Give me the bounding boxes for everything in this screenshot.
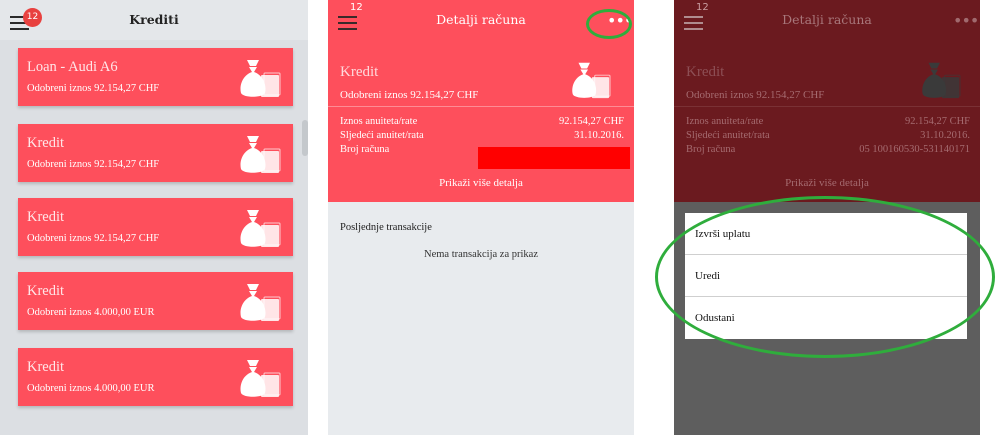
loan-name: Loan - Audi A6: [27, 59, 118, 75]
header-bar: 12 Krediti: [0, 0, 308, 40]
header-bar: 12 Detalji računa •••: [328, 0, 634, 40]
detail-label: Broj računa: [686, 144, 736, 155]
scrollbar[interactable]: [302, 120, 308, 156]
page-title: Krediti: [129, 12, 179, 27]
money-bag-icon: [239, 283, 281, 322]
loan-name: Kredit: [27, 283, 65, 299]
account-details-screen: 12 Detalji računa ••• Kredit Odobreni iz…: [328, 0, 634, 435]
detail-label: Sljedeći anuitet/rata: [340, 130, 424, 141]
detail-value: 31.10.2016.: [920, 130, 970, 141]
loan-amount: Odobreni iznos 92.154,27 CHF: [27, 159, 160, 170]
loan-amount: Odobreni iznos 4.000,00 EUR: [27, 383, 155, 394]
header-bar: 12 Detalji računa •••: [674, 0, 980, 40]
loan-name: Kredit: [27, 135, 65, 151]
show-more-details-link[interactable]: Prikaži više detalja: [328, 177, 634, 189]
loan-card[interactable]: Loan - Audi A6 Odobreni iznos 92.154,27 …: [18, 48, 293, 106]
account-amount: Odobreni iznos 92.154,27 CHF: [340, 89, 479, 101]
transactions-heading: Posljednje transakcije: [340, 222, 432, 233]
detail-row: Sljedeći anuitet/rata 31.10.2016.: [340, 130, 624, 141]
divider: [674, 106, 980, 107]
account-summary: Kredit Odobreni iznos 92.154,27 CHF Izno…: [328, 40, 634, 202]
account-name: Kredit: [340, 64, 379, 80]
money-bag-icon: [921, 62, 961, 99]
loan-card[interactable]: Kredit Odobreni iznos 92.154,27 CHF: [18, 124, 293, 182]
money-bag-icon: [571, 62, 611, 99]
loan-name: Kredit: [27, 359, 65, 375]
account-name: Kredit: [686, 64, 725, 80]
detail-value: 05 100160530-531140171: [859, 144, 970, 155]
divider: [328, 106, 634, 107]
loan-amount: Odobreni iznos 92.154,27 CHF: [27, 83, 160, 94]
detail-label: Iznos anuiteta/rate: [340, 116, 418, 127]
detail-value: 92.154,27 CHF: [558, 116, 624, 127]
detail-label: Broj računa: [340, 144, 390, 155]
loan-card[interactable]: Kredit Odobreni iznos 4.000,00 EUR: [18, 272, 293, 330]
loan-card[interactable]: Kredit Odobreni iznos 4.000,00 EUR: [18, 348, 293, 406]
more-dots-icon: •••: [953, 11, 979, 30]
account-amount: Odobreni iznos 92.154,27 CHF: [686, 89, 825, 101]
detail-row: Iznos anuiteta/rate 92.154,27 CHF: [340, 116, 624, 127]
detail-value: 31.10.2016.: [574, 130, 624, 141]
account-summary: Kredit Odobreni iznos 92.154,27 CHF Izno…: [674, 40, 980, 202]
highlight-ellipse: [655, 196, 995, 358]
money-bag-icon: [239, 209, 281, 248]
detail-label: Iznos anuiteta/rate: [686, 116, 764, 127]
show-more-details-link: Prikaži više detalja: [785, 177, 869, 189]
detail-row: Sljedeći anuitet/rata 31.10.2016.: [686, 130, 970, 141]
highlight-circle: [586, 9, 632, 39]
loan-card[interactable]: Kredit Odobreni iznos 92.154,27 CHF: [18, 198, 293, 256]
redacted-account-number: [478, 147, 630, 169]
money-bag-icon: [239, 359, 281, 398]
money-bag-icon: [239, 135, 281, 174]
loan-amount: Odobreni iznos 92.154,27 CHF: [27, 233, 160, 244]
detail-row: Iznos anuiteta/rate 92.154,27 CHF: [686, 116, 970, 127]
detail-label: Sljedeći anuitet/rata: [686, 130, 770, 141]
loan-amount: Odobreni iznos 4.000,00 EUR: [27, 307, 155, 318]
detail-value: 92.154,27 CHF: [904, 116, 970, 127]
loan-name: Kredit: [27, 209, 65, 225]
empty-state-text: Nema transakcija za prikaz: [424, 249, 538, 260]
loans-list-screen: 12 Krediti Loan - Audi A6 Odobreni iznos…: [0, 0, 308, 435]
detail-row: Broj računa 05 100160530-531140171: [686, 144, 970, 155]
page-title: Detalji računa: [782, 12, 872, 27]
money-bag-icon: [239, 59, 281, 98]
